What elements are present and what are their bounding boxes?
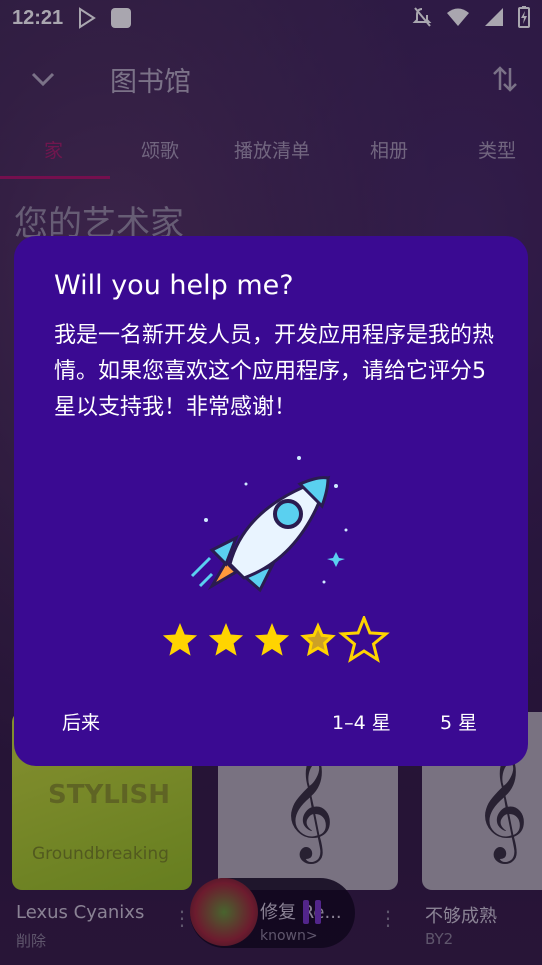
dialog-title: Will you help me?	[54, 270, 294, 301]
star-icon[interactable]	[254, 623, 290, 656]
rocket-icon	[190, 456, 348, 593]
star-icon[interactable]	[162, 623, 198, 656]
star-icon[interactable]	[338, 616, 390, 663]
rate-1-4-stars-button[interactable]: 1–4 星	[332, 708, 391, 735]
rate-5-stars-button[interactable]: 5 星	[440, 708, 477, 735]
dialog-message: 我是一名新开发人员，开发应用程序是我的热情。如果您喜欢这个应用程序，请给它评分5…	[54, 323, 495, 420]
rating-dialog: Will you help me? 我是一名新开发人员，开发应用程序是我的热情。…	[14, 236, 528, 766]
later-button[interactable]: 后来	[62, 708, 100, 735]
star-icon[interactable]	[300, 622, 336, 657]
star-rating[interactable]	[158, 616, 394, 666]
star-icon[interactable]	[208, 623, 244, 656]
